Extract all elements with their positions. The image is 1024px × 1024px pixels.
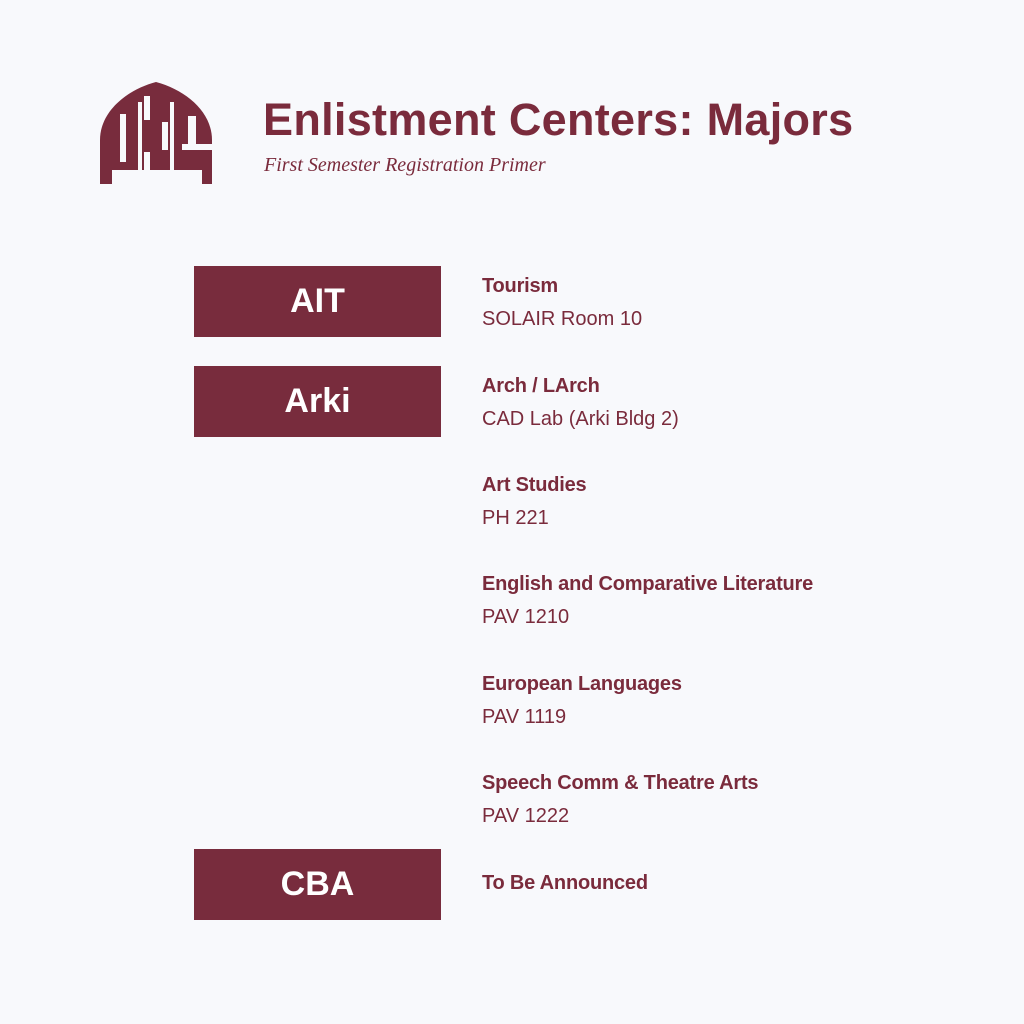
page-title: Enlistment Centers: Majors bbox=[263, 94, 854, 145]
college-badge-cba: CBA bbox=[194, 849, 441, 920]
major-name: To Be Announced bbox=[482, 872, 648, 894]
college-badge-ait: AIT bbox=[194, 266, 441, 337]
room-location: PAV 1210 bbox=[482, 606, 570, 628]
entry-tourism: Tourism SOLAIR Room 10 bbox=[482, 273, 982, 332]
major-name: European Languages bbox=[482, 673, 682, 695]
major-name: Speech Comm & Theatre Arts bbox=[482, 772, 759, 794]
room-location: PAV 1119 bbox=[482, 706, 567, 728]
room-location: PH 221 bbox=[482, 507, 549, 529]
page-subtitle: First Semester Registration Primer bbox=[264, 154, 546, 176]
major-name: Art Studies bbox=[482, 474, 587, 496]
entry-speech-comm: Speech Comm & Theatre Arts PAV 1222 bbox=[482, 770, 982, 829]
usc-logo bbox=[100, 82, 212, 184]
major-name: Arch / LArch bbox=[482, 375, 600, 397]
major-name: Tourism bbox=[482, 275, 559, 297]
room-location: SOLAIR Room 10 bbox=[482, 308, 643, 330]
room-location: PAV 1222 bbox=[482, 805, 570, 827]
entry-european-languages: European Languages PAV 1119 bbox=[482, 671, 982, 730]
entry-cba: To Be Announced bbox=[482, 870, 982, 896]
room-location: CAD Lab (Arki Bldg 2) bbox=[482, 408, 679, 430]
college-badge-arki: Arki bbox=[194, 366, 441, 437]
entry-art-studies: Art Studies PH 221 bbox=[482, 472, 982, 531]
entry-arch: Arch / LArch CAD Lab (Arki Bldg 2) bbox=[482, 373, 982, 432]
major-name: English and Comparative Literature bbox=[482, 573, 814, 595]
entry-english: English and Comparative Literature PAV 1… bbox=[482, 571, 982, 630]
